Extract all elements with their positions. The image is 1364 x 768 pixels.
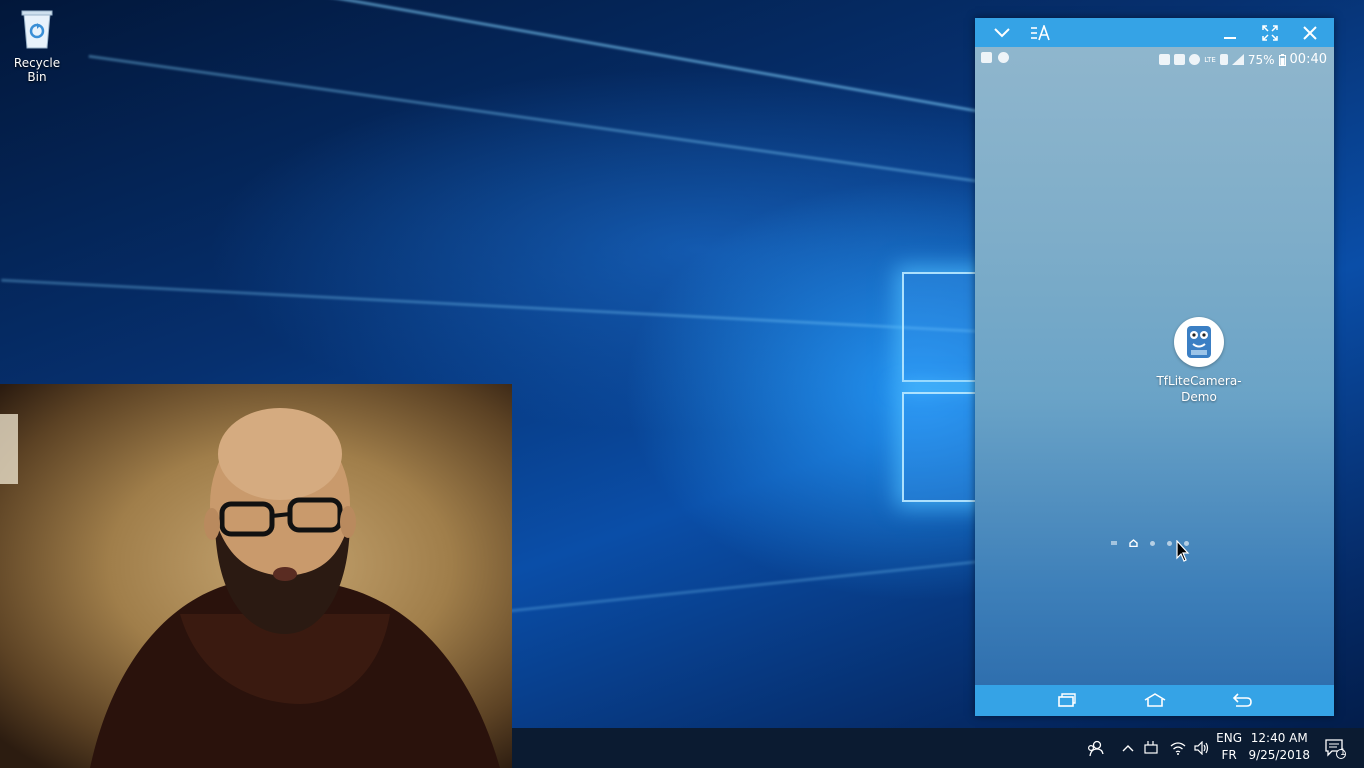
phone-clock: 00:40 [1289,52,1327,67]
menu-page-icon[interactable] [1111,540,1117,546]
phone-status-bar: LTE 75% 00:40 [975,47,1334,71]
taskbar-date: 9/25/2018 [1248,748,1310,762]
app-label: TfLiteCamera-Demo [1156,374,1242,404]
power-battery-icon[interactable] [1140,728,1164,768]
show-hidden-icons-chevron-icon[interactable] [1116,728,1140,768]
desktop-icon-recycle-bin[interactable]: Recycle Bin [4,8,70,84]
network-type-label: LTE [1204,55,1216,64]
action-center-icon[interactable]: 1 [1320,728,1350,768]
taskbar-clock[interactable]: 12:40 AM 9/25/2018 [1248,730,1310,764]
back-icon[interactable] [1227,688,1257,712]
mouse-cursor-icon [1176,540,1190,562]
mute-icon [1174,54,1186,65]
app-icon-tflitecamera-demo[interactable]: TfLiteCamera-Demo [1155,317,1243,405]
close-icon[interactable] [1295,18,1325,47]
data-4g-icon [1219,54,1228,65]
volume-icon[interactable] [1190,728,1214,768]
page-dot[interactable] [1167,540,1172,546]
tflite-app-icon [1174,317,1224,367]
chevron-down-icon[interactable] [987,18,1017,47]
language-code: ENG [1216,731,1242,745]
windows-logo-glow [898,270,996,502]
keyboard-layout: FR [1221,748,1237,762]
sync-icon [998,52,1009,63]
people-icon[interactable] [1080,728,1110,768]
recycle-bin-icon [20,8,54,50]
battery-icon [1278,53,1286,66]
input-language-indicator[interactable]: ENG FR [1216,730,1242,764]
phone-window-titlebar[interactable] [975,18,1334,47]
page-dot[interactable] [1150,540,1155,546]
taskbar: ENG FR 12:40 AM 9/25/2018 1 [512,728,1364,768]
text-size-icon[interactable] [1025,18,1055,47]
recent-apps-icon[interactable] [1052,688,1082,712]
phone-navigation-bar [975,685,1334,716]
notification-count: 1 [1340,748,1346,758]
notification-icon [981,52,992,63]
recycle-bin-label: Recycle Bin [13,56,61,84]
alarm-icon [1159,54,1171,65]
fullscreen-icon[interactable] [1255,18,1285,47]
taskbar-time: 12:40 AM [1250,731,1308,745]
wifi-calling-icon [1189,54,1201,65]
minimize-icon[interactable] [1215,18,1245,47]
phone-home-screen[interactable]: LTE 75% 00:40 TfLiteCamera-Demo [975,47,1334,685]
phone-mirror-window[interactable]: LTE 75% 00:40 TfLiteCamera-Demo [975,18,1334,716]
battery-percent: 75% [1247,52,1275,67]
home-icon[interactable] [1140,688,1170,712]
wifi-icon[interactable] [1166,728,1190,768]
home-page-dot-icon[interactable] [1129,539,1138,547]
signal-icon [1231,54,1244,65]
webcam-video-overlay [0,384,512,768]
